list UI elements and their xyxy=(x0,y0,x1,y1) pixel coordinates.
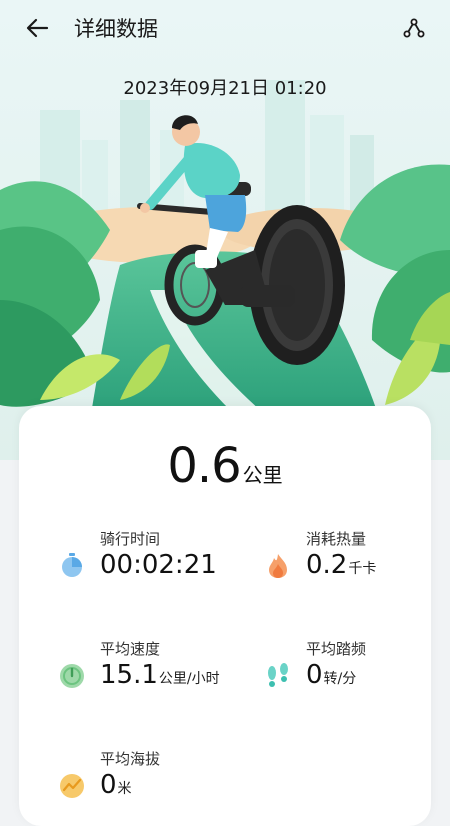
record-datetime: 2023年09月21日 01:20 xyxy=(123,78,327,99)
metric-label: 平均速度 xyxy=(100,640,161,658)
distance-unit: 公里 xyxy=(242,463,283,487)
stopwatch-icon xyxy=(62,553,82,577)
metric-unit: 千卡 xyxy=(348,561,377,577)
metric-label: 骑行时间 xyxy=(100,530,161,548)
metric-value: 0 xyxy=(100,770,117,800)
back-arrow-icon xyxy=(26,18,49,38)
speedometer-icon xyxy=(60,664,84,688)
altitude-icon xyxy=(60,774,84,798)
metric-value-group: 0.2千卡 xyxy=(306,550,376,580)
metric-value: 15.1 xyxy=(100,660,158,690)
metric-value-group: 0转/分 xyxy=(306,660,356,690)
share-button[interactable] xyxy=(396,10,432,46)
metric-avg-speed: 平均速度 15.1公里/小时 xyxy=(58,638,248,698)
metric-avg-cadence: 平均踏频 0转/分 xyxy=(264,638,450,698)
metric-ride-time: 骑行时间 00:02:21 xyxy=(58,528,248,588)
cyclist-illustration xyxy=(0,0,450,460)
metric-label: 平均踏频 xyxy=(306,640,367,658)
metric-unit: 米 xyxy=(117,781,132,797)
metric-value: 0 xyxy=(306,660,323,690)
metric-value-group: 00:02:21 xyxy=(100,550,218,580)
metric-value-group: 0米 xyxy=(100,770,132,800)
back-button[interactable] xyxy=(18,8,58,48)
distance-value: 0.6 xyxy=(167,438,241,494)
metric-value-group: 15.1公里/小时 xyxy=(100,660,220,690)
details-card: 0.6 公里 骑行时间 00:02:21 消耗热量 0.2千卡 平均速度 15.1… xyxy=(19,406,431,826)
footprints-icon xyxy=(268,663,288,687)
page-title: 详细数据 xyxy=(74,17,158,41)
metric-label: 平均海拔 xyxy=(100,750,161,768)
metric-avg-altitude: 平均海拔 0米 xyxy=(58,748,248,808)
share-icon xyxy=(403,18,425,38)
metric-unit: 转/分 xyxy=(323,671,357,687)
metric-label: 消耗热量 xyxy=(306,530,367,548)
metric-unit: 公里/小时 xyxy=(158,671,220,687)
metric-value: 00:02:21 xyxy=(100,550,217,580)
flame-icon xyxy=(269,554,287,578)
hero-illustration xyxy=(0,0,450,460)
top-bar: 详细数据 xyxy=(0,0,450,56)
metric-calories: 消耗热量 0.2千卡 xyxy=(264,528,450,588)
total-distance: 0.6 公里 xyxy=(19,438,431,494)
metric-value: 0.2 xyxy=(306,550,348,580)
